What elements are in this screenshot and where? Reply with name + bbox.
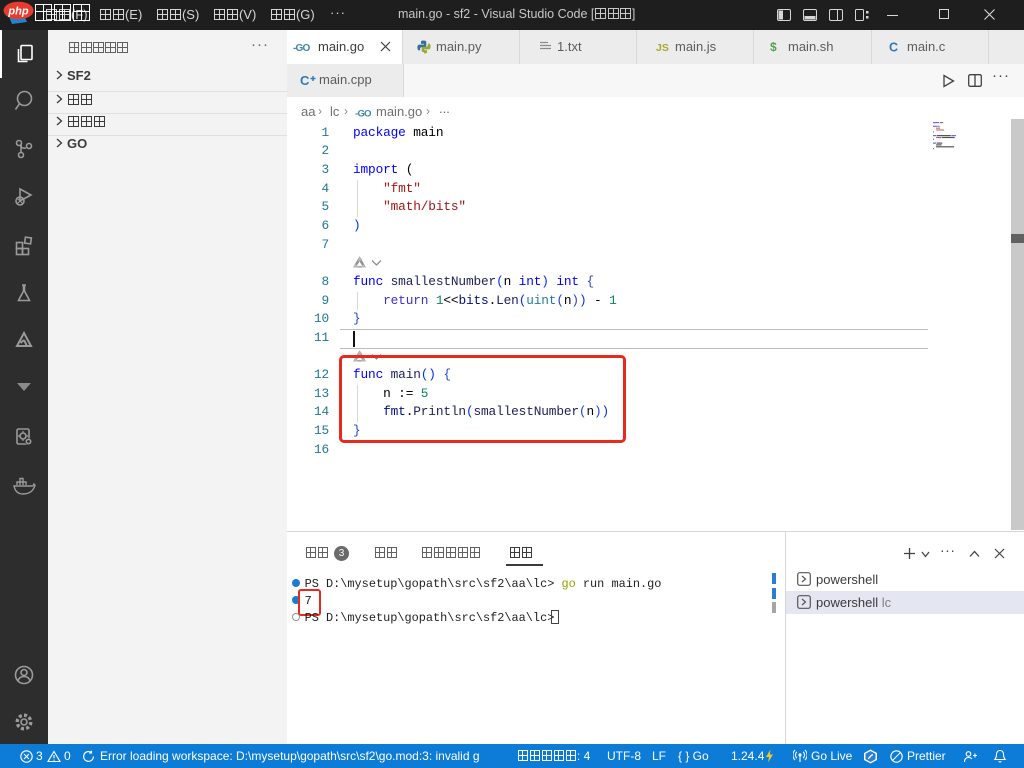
svg-text:php: php <box>7 6 28 18</box>
svg-text:JS: JS <box>656 42 669 53</box>
svg-text:-GO: -GO <box>355 109 371 120</box>
svg-text:$: $ <box>770 40 777 54</box>
svg-text:C: C <box>889 41 898 55</box>
svg-text:C: C <box>300 73 310 88</box>
svg-text:-GO: -GO <box>293 43 311 53</box>
